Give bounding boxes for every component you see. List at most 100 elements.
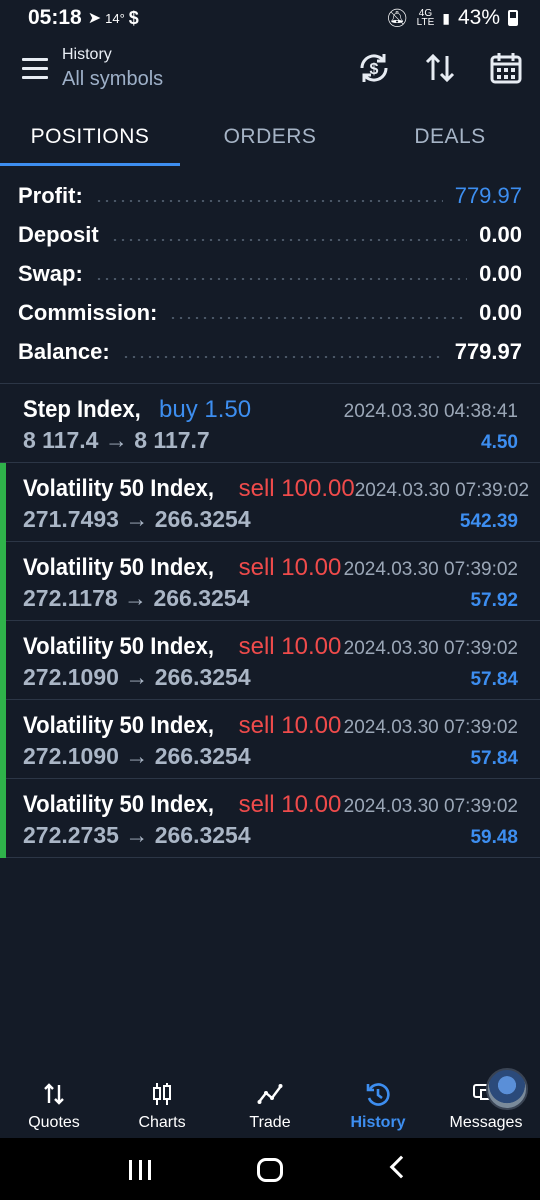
balance-label: Balance: [18,338,110,364]
status-temperature: 14° [105,10,125,26]
summary-row-swap: Swap: 0.00 [18,254,522,293]
position-side: sell 10.00 [238,791,342,818]
dotted-leader [121,355,443,358]
position-profit: 542.39 [459,511,518,532]
position-symbol: Volatility 50 Index, [23,712,215,739]
position-row[interactable]: Volatility 50 Index, sell 10.00 2024.03.… [0,779,540,858]
tab-positions[interactable]: POSITIONS [0,112,180,166]
position-side: buy 1.50 [159,396,252,423]
profit-indicator-bar [0,621,6,700]
commission-value: 0.00 [479,299,522,325]
positions-list: Step Index, buy 1.50 2024.03.30 04:38:41… [0,384,540,858]
history-tabs: POSITIONS ORDERS DEALS [0,112,540,166]
position-prices: 8 117.4 → 8 117.7 [23,427,210,453]
position-row[interactable]: Volatility 50 Index, sell 10.00 2024.03.… [0,700,540,779]
balance-value: 779.97 [454,338,522,364]
profit-indicator-bar [0,542,6,621]
menu-icon[interactable] [22,58,48,80]
dotted-leader [94,277,468,280]
quotes-icon [0,1078,108,1110]
position-symbol: Volatility 50 Index, [23,633,215,660]
position-time: 2024.03.30 07:39:02 [343,638,518,659]
position-side: sell 10.00 [238,712,342,739]
nav-label: Messages [449,1114,523,1131]
battery-percent: 43% [457,6,500,29]
dotted-leader [169,316,468,319]
profit-indicator-bar [0,700,6,779]
nav-history[interactable]: History [324,1068,432,1138]
profit-label: Profit: [18,182,83,208]
svg-text:$: $ [370,61,379,78]
position-profit: 59.48 [470,827,518,848]
sync-currency-icon[interactable]: $ [356,50,392,86]
position-time: 2024.03.30 04:38:41 [343,401,518,422]
status-time: 05:18 [28,6,82,29]
bottom-navigation: Quotes Charts Trade History Messages [0,1068,540,1138]
position-symbol: Step Index, [23,396,141,423]
swap-label: Swap: [18,260,83,286]
position-row[interactable]: Volatility 50 Index, sell 10.00 2024.03.… [0,542,540,621]
nav-charts[interactable]: Charts [108,1068,216,1138]
position-symbol: Volatility 50 Index, [23,475,215,502]
app-toolbar: History All symbols $ [0,40,540,104]
status-bar: 05:18 ➤ 14° $ 🔕︎ 4G LTE ▮ 43% [0,0,540,36]
profit-indicator-bar [0,463,6,542]
position-prices: 272.1090 → 266.3254 [23,664,251,690]
position-side: sell 10.00 [238,633,342,660]
commission-label: Commission: [18,299,158,325]
deposit-label: Deposit [18,221,99,247]
back-button[interactable] [389,1155,413,1179]
battery-icon [508,10,518,26]
charts-icon [108,1078,216,1110]
tab-deals[interactable]: DEALS [360,112,540,166]
swap-value: 0.00 [479,260,522,286]
summary-row-profit: Profit: 779.97 [18,176,522,215]
symbol-filter[interactable]: All symbols [62,68,163,91]
position-time: 2024.03.30 07:39:02 [343,559,518,580]
dotted-leader [110,238,468,241]
nav-messages[interactable]: Messages [432,1068,540,1138]
recents-button[interactable] [129,1160,151,1180]
signal-icon: ▮ [442,9,450,26]
tab-orders[interactable]: ORDERS [180,112,360,166]
page-title: History [62,46,112,63]
mute-icon: 🔕︎ [385,7,409,28]
summary-row-commission: Commission: 0.00 [18,293,522,332]
nav-label: Trade [249,1114,291,1131]
position-prices: 272.2735 → 266.3254 [23,822,251,848]
floating-avatar[interactable] [486,1068,528,1110]
position-prices: 272.1090 → 266.3254 [23,743,251,769]
s-app-icon: $ [128,7,139,28]
position-time: 2024.03.30 07:39:02 [343,796,518,817]
position-time: 2024.03.30 07:39:02 [354,480,530,501]
deposit-value: 0.00 [479,221,522,247]
nav-label: Charts [138,1114,186,1131]
nav-label: History [350,1114,406,1131]
nav-quotes[interactable]: Quotes [0,1068,108,1138]
trade-icon [216,1078,324,1110]
dotted-leader [94,199,443,202]
position-prices: 271.7493 → 266.3254 [23,506,251,532]
nav-label: Quotes [28,1114,80,1131]
sort-icon[interactable] [422,50,458,86]
position-symbol: Volatility 50 Index, [23,554,215,581]
account-summary: Profit: 779.97 Deposit 0.00 Swap: 0.00 C… [18,176,522,371]
position-symbol: Volatility 50 Index, [23,791,215,818]
position-profit: 57.92 [470,590,518,611]
nav-trade[interactable]: Trade [216,1068,324,1138]
position-row[interactable]: Step Index, buy 1.50 2024.03.30 04:38:41… [0,384,540,463]
position-side: sell 100.00 [238,475,355,502]
position-side: sell 10.00 [238,554,342,581]
position-row[interactable]: Volatility 50 Index, sell 10.00 2024.03.… [0,621,540,700]
position-row[interactable]: Volatility 50 Index, sell 100.00 2024.03… [0,463,540,542]
home-button[interactable] [257,1158,283,1182]
calendar-icon[interactable] [488,50,524,86]
history-icon [324,1078,432,1110]
system-navigation-bar [0,1138,540,1200]
position-profit: 57.84 [470,748,518,769]
position-profit: 57.84 [470,669,518,690]
summary-row-balance: Balance: 779.97 [18,332,522,371]
position-prices: 272.1178 → 266.3254 [23,585,250,611]
toolbar-title-block[interactable]: History All symbols [62,46,163,91]
summary-row-deposit: Deposit 0.00 [18,215,522,254]
